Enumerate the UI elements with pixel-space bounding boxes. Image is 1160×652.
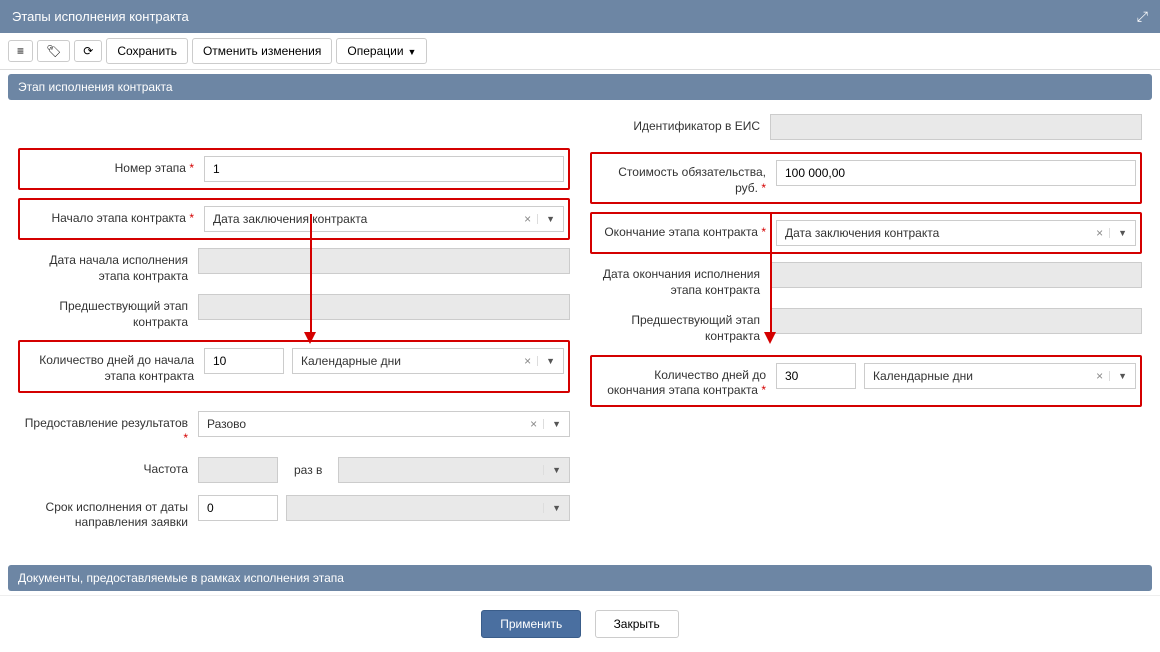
- days-type-left-select[interactable]: Календарные дни × ▼: [292, 348, 564, 374]
- row-days-to-end: Количество дней до окончания этапа контр…: [590, 355, 1142, 407]
- row-start-date: Дата начала исполнения этапа контракта: [18, 248, 570, 284]
- start-select[interactable]: Дата заключения контракта × ▼: [204, 206, 564, 232]
- menu-icon[interactable]: ≡: [8, 40, 33, 62]
- start-date-input: [198, 248, 570, 274]
- caret-down-icon: ▼: [408, 47, 417, 57]
- prev-stage-left-input: [198, 294, 570, 320]
- form-area: Номер этапа * Начало этапа контракта * Д…: [0, 104, 1160, 561]
- operations-button[interactable]: Операции▼: [336, 38, 427, 64]
- row-days-to-start: Количество дней до начала этапа контракт…: [18, 340, 570, 392]
- label-raz-v: раз в: [286, 463, 330, 477]
- clear-icon[interactable]: ×: [518, 212, 537, 226]
- row-cost: Стоимость обязательства, руб. *: [590, 152, 1142, 204]
- chevron-down-icon[interactable]: ▼: [543, 419, 569, 429]
- close-button[interactable]: Закрыть: [595, 610, 679, 638]
- footer: Применить Закрыть: [0, 595, 1160, 652]
- label-prev-stage-left: Предшествующий этап контракта: [18, 294, 198, 330]
- row-start: Начало этапа контракта * Дата заключения…: [18, 198, 570, 240]
- results-select[interactable]: Разово × ▼: [198, 411, 570, 437]
- row-results: Предоставление результатов * Разово × ▼: [18, 411, 570, 447]
- label-stage-number: Номер этапа *: [24, 156, 204, 177]
- stage-number-input[interactable]: [204, 156, 564, 182]
- label-start-date: Дата начала исполнения этапа контракта: [18, 248, 198, 284]
- clear-icon[interactable]: ×: [1090, 226, 1109, 240]
- row-prev-stage-left: Предшествующий этап контракта: [18, 294, 570, 330]
- chevron-down-icon[interactable]: ▼: [537, 356, 563, 366]
- chevron-down-icon[interactable]: ▼: [1109, 228, 1135, 238]
- row-frequency: Частота раз в ▼: [18, 457, 570, 485]
- days-type-right-select[interactable]: Календарные дни × ▼: [864, 363, 1136, 389]
- cost-input[interactable]: [776, 160, 1136, 186]
- row-stage-number: Номер этапа *: [18, 148, 570, 190]
- section-header-stage: Этап исполнения контракта: [8, 74, 1152, 100]
- eis-id-input: [770, 114, 1142, 140]
- row-end-date: Дата окончания исполнения этапа контракт…: [590, 262, 1142, 298]
- frequency-unit-select: ▼: [338, 457, 570, 483]
- chevron-down-icon[interactable]: ▼: [1109, 371, 1135, 381]
- days-to-start-input[interactable]: [204, 348, 284, 374]
- label-eis-id: Идентификатор в ЕИС: [590, 114, 770, 135]
- dialog: Этапы исполнения контракта ⤢ ≡ 🏷 ⟳ Сохра…: [0, 0, 1160, 652]
- right-column: Идентификатор в ЕИС Стоимость обязательс…: [590, 114, 1142, 541]
- row-eis-id: Идентификатор в ЕИС: [590, 114, 1142, 142]
- prev-stage-right-input: [770, 308, 1142, 334]
- chevron-down-icon: ▼: [543, 503, 569, 513]
- label-results: Предоставление результатов *: [18, 411, 198, 447]
- label-days-to-end: Количество дней до окончания этапа контр…: [596, 363, 776, 399]
- label-days-to-start: Количество дней до начала этапа контракт…: [24, 348, 204, 384]
- label-start: Начало этапа контракта *: [24, 206, 204, 227]
- row-end: Окончание этапа контракта * Дата заключе…: [590, 212, 1142, 254]
- chevron-down-icon: ▼: [543, 465, 569, 475]
- row-deadline: Срок исполнения от даты направления заяв…: [18, 495, 570, 531]
- save-button[interactable]: Сохранить: [106, 38, 188, 64]
- deadline-input[interactable]: [198, 495, 278, 521]
- apply-button[interactable]: Применить: [481, 610, 581, 638]
- toolbar: ≡ 🏷 ⟳ Сохранить Отменить изменения Опера…: [0, 33, 1160, 70]
- days-to-end-input[interactable]: [776, 363, 856, 389]
- label-prev-stage-right: Предшествующий этап контракта: [590, 308, 770, 344]
- label-end: Окончание этапа контракта *: [596, 220, 776, 241]
- label-cost: Стоимость обязательства, руб. *: [596, 160, 776, 196]
- clear-icon[interactable]: ×: [518, 354, 537, 368]
- section-header-docs: Документы, предоставляемые в рамках испо…: [8, 565, 1152, 591]
- left-column: Номер этапа * Начало этапа контракта * Д…: [18, 114, 570, 541]
- expand-icon[interactable]: ⤢: [1137, 8, 1148, 25]
- dialog-title: Этапы исполнения контракта: [12, 9, 189, 24]
- label-end-date: Дата окончания исполнения этапа контракт…: [590, 262, 770, 298]
- chevron-down-icon[interactable]: ▼: [537, 214, 563, 224]
- clear-icon[interactable]: ×: [524, 417, 543, 431]
- cancel-changes-button[interactable]: Отменить изменения: [192, 38, 332, 64]
- clear-icon[interactable]: ×: [1090, 369, 1109, 383]
- row-prev-stage-right: Предшествующий этап контракта: [590, 308, 1142, 344]
- end-select[interactable]: Дата заключения контракта × ▼: [776, 220, 1136, 246]
- label-frequency: Частота: [18, 457, 198, 478]
- titlebar: Этапы исполнения контракта ⤢: [0, 0, 1160, 33]
- tag-icon[interactable]: 🏷: [37, 40, 70, 62]
- frequency-count-input: [198, 457, 278, 483]
- history-icon[interactable]: ⟳: [74, 40, 102, 62]
- deadline-unit-select: ▼: [286, 495, 570, 521]
- label-deadline: Срок исполнения от даты направления заяв…: [18, 495, 198, 531]
- end-date-input: [770, 262, 1142, 288]
